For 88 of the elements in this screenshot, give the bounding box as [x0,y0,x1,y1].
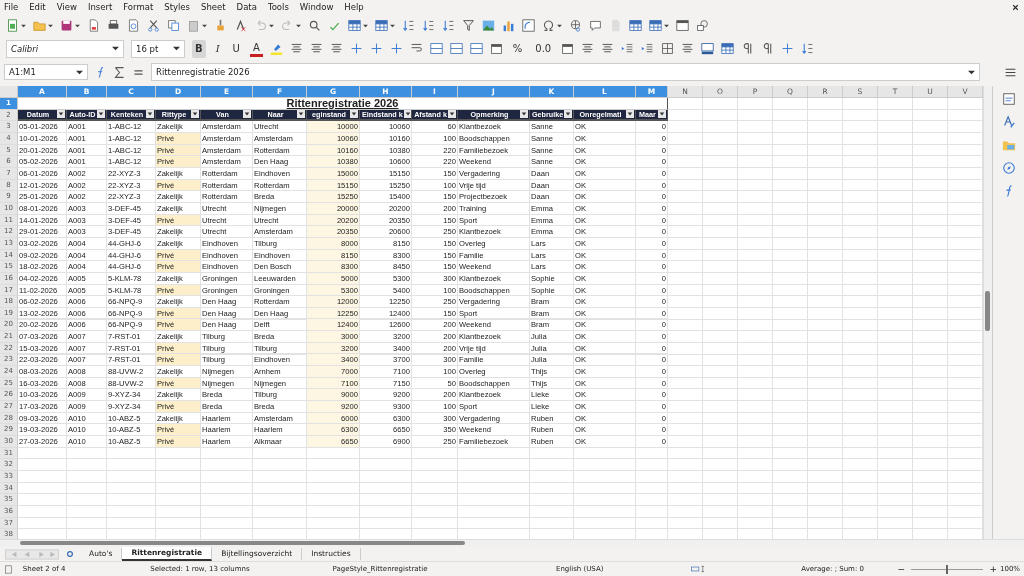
menu-item[interactable]: Tools [267,2,289,12]
font-size-field[interactable]: 16 pt [131,39,185,58]
font-name-field[interactable]: Calibri [6,39,124,58]
copy-icon[interactable] [167,19,180,32]
comment-icon[interactable] [589,19,602,32]
add-sheet-icon[interactable] [66,550,74,558]
merge-center-icon[interactable] [429,42,443,55]
filter-dropdown-button[interactable] [403,110,411,119]
italic-button[interactable]: I [212,39,223,58]
formula-input[interactable]: Rittenregistratie 2026 [151,63,980,81]
borders-icon[interactable] [661,42,675,55]
sort-icon[interactable] [402,19,415,32]
hyperlink-icon[interactable] [569,19,582,32]
standard-format-button[interactable]: 0.0 [532,39,555,58]
menu-item[interactable]: Styles [164,2,190,12]
sort-descending-icon[interactable] [442,19,455,32]
image-icon[interactable] [482,19,495,32]
print-preview-icon[interactable] [127,19,140,32]
wrap-text-icon[interactable] [409,42,423,55]
window-icon[interactable] [676,19,689,32]
filter-dropdown-button[interactable] [626,110,634,119]
indent-icon[interactable] [621,42,635,55]
menu-item[interactable]: Window [299,2,334,12]
sheet-title: Rittenregistratie 2026 [286,97,399,109]
row-icon[interactable] [348,19,361,32]
printer-icon[interactable] [107,19,120,32]
sort-ascending-icon[interactable] [422,19,435,32]
pdf-document-icon[interactable] [87,19,100,32]
menu-item[interactable]: Insert [87,2,113,12]
menu-item[interactable]: Edit [29,2,46,12]
document-icon [4,564,13,574]
filter-dropdown-button[interactable] [350,110,358,119]
filter-dropdown-button[interactable] [146,110,154,119]
underline-button[interactable]: U [229,39,243,58]
menu-item[interactable]: Format [123,2,154,12]
outdent-icon[interactable] [641,42,655,55]
font-color-button[interactable]: A [249,40,263,57]
clear-formatting-icon[interactable] [234,19,247,32]
find-icon[interactable] [308,19,321,32]
date-icon[interactable] [561,42,575,55]
dropdown-arrow-icon[interactable] [76,68,83,76]
filter-dropdown-button[interactable] [448,110,456,119]
align-left-icon[interactable] [289,42,303,55]
pivot-table-icon[interactable] [522,19,535,32]
menu-item[interactable]: Sheet [201,2,226,12]
properties-icon[interactable] [1001,92,1016,106]
close-icon[interactable] [1011,2,1020,12]
align-center-icon[interactable] [309,42,323,55]
freeze-rows-icon[interactable] [649,19,662,32]
name-box[interactable]: A1:M1 [4,64,88,80]
chart-icon[interactable] [502,19,515,32]
unmerge-icon[interactable] [469,42,483,55]
zoom-out-button[interactable]: − [894,564,908,574]
highlighter-icon[interactable] [269,42,283,55]
dropdown-arrow-icon[interactable] [112,45,119,52]
filter-icon[interactable] [462,19,475,32]
percent-button[interactable]: % [509,39,526,58]
align-right-icon[interactable] [329,42,343,55]
filter-dropdown-button[interactable] [97,110,105,119]
styles-icon[interactable] [1001,115,1016,129]
vertical-scrollbar[interactable] [983,86,992,539]
save-icon[interactable] [60,19,73,32]
navigator-icon[interactable] [1001,161,1016,175]
merge-cells-icon[interactable] [449,42,463,55]
filter-dropdown-button[interactable] [658,110,666,119]
menu-item[interactable]: Data [236,2,257,12]
menu-item[interactable]: Help [344,2,364,12]
filter-dropdown-button[interactable] [243,110,251,119]
table-icon[interactable] [629,19,642,32]
scissors-icon[interactable] [147,19,160,32]
selection-mode-icon[interactable] [691,565,707,573]
filter-dropdown-button[interactable] [191,110,199,119]
filter-dropdown-button[interactable] [564,110,573,119]
border-color-icon[interactable] [701,42,715,55]
menu-item[interactable]: View [56,2,77,12]
filter-dropdown-button[interactable] [297,110,305,119]
sum-icon[interactable] [113,65,126,79]
shapes-icon[interactable] [696,19,709,32]
dropdown-arrow-icon[interactable] [173,45,180,52]
dropdown-arrow-icon[interactable] [968,68,975,76]
paintbrush-icon[interactable] [214,19,227,32]
omega-icon[interactable] [542,19,555,32]
zoom-in-button[interactable]: + [986,564,1000,574]
bold-button[interactable]: B [192,39,206,58]
column-icon[interactable] [375,19,388,32]
filter-dropdown-button[interactable] [520,110,528,119]
filter-dropdown-button[interactable] [57,110,65,119]
menu-item[interactable]: File [4,2,19,12]
